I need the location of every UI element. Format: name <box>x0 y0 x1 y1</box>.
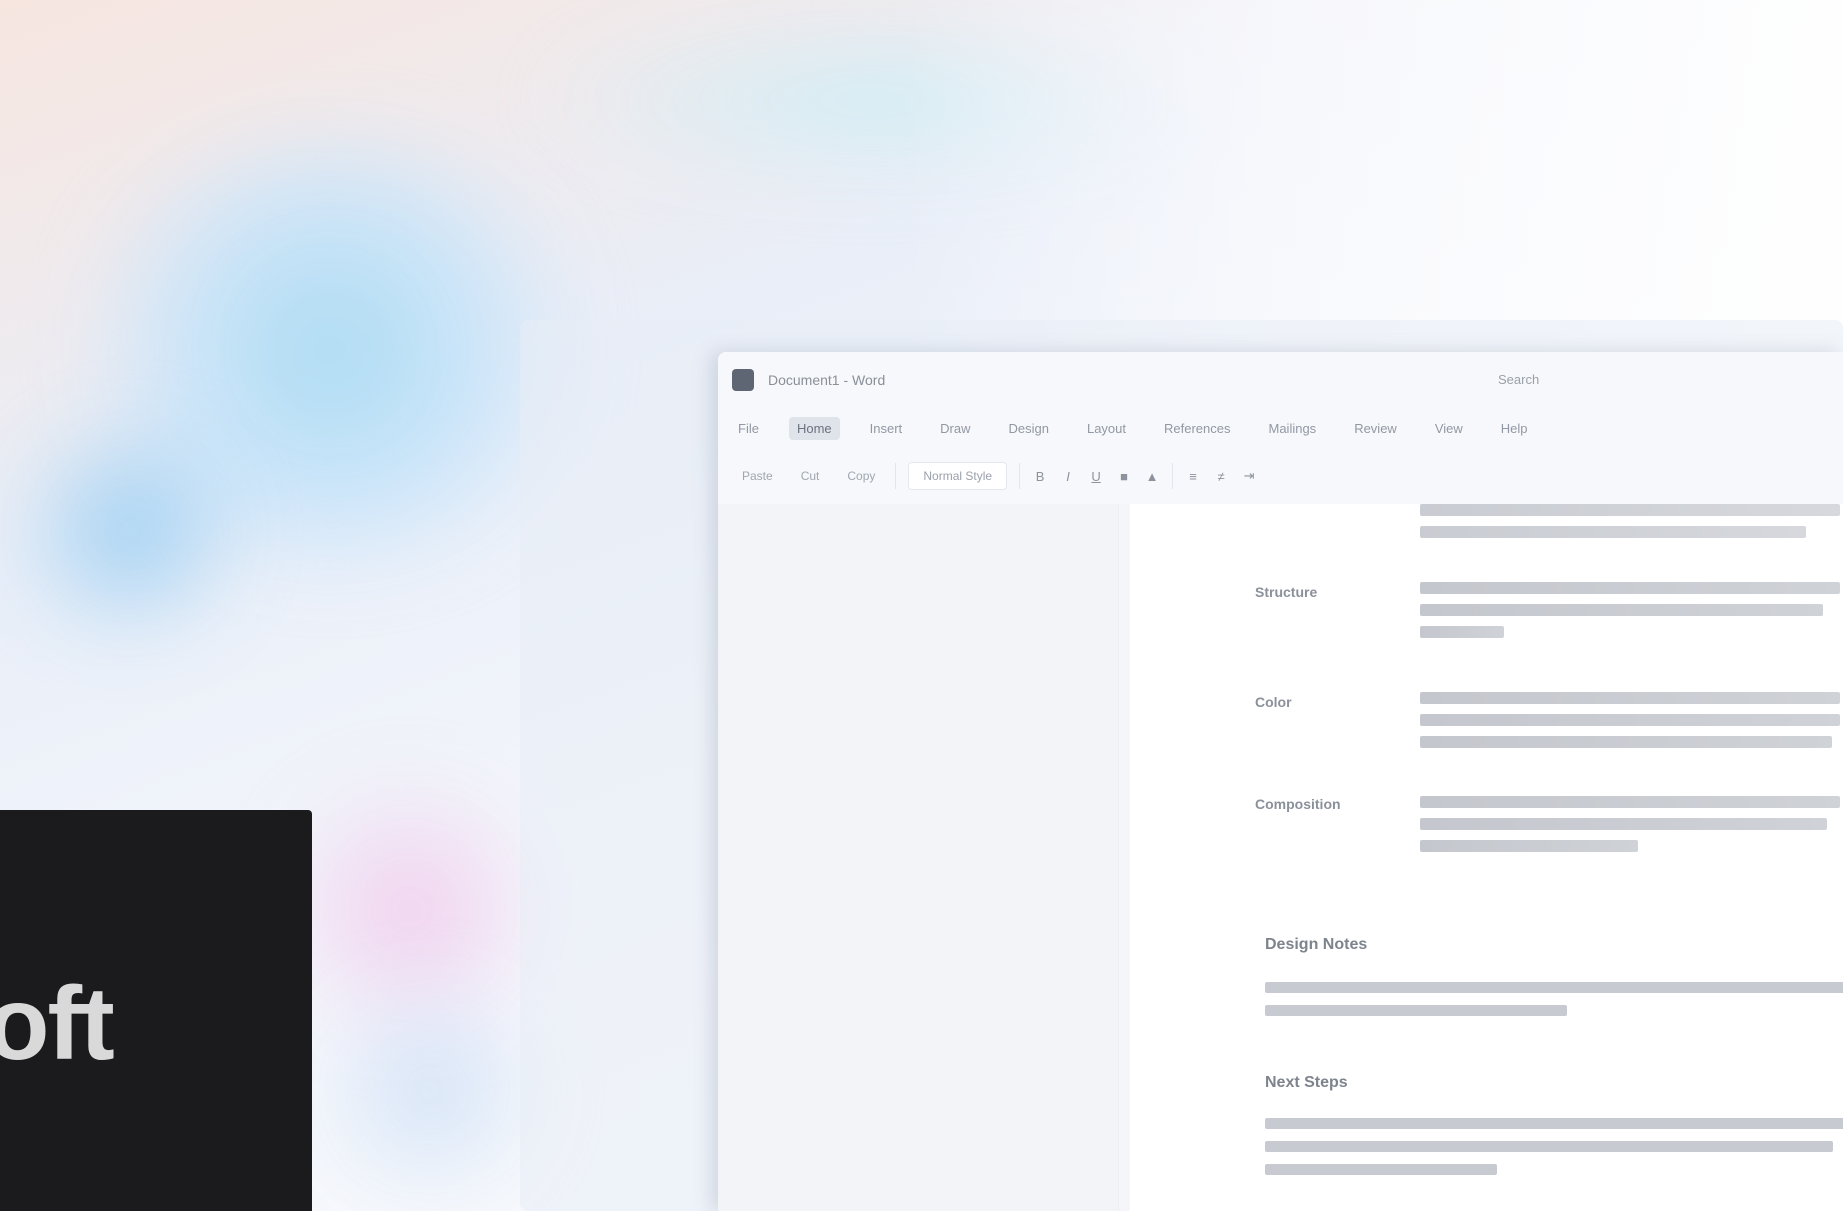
definition-color <box>1420 692 1840 758</box>
paragraph <box>1265 982 1843 1028</box>
text-line <box>1420 714 1840 726</box>
definition-structure <box>1420 582 1840 648</box>
ribbon-toolbar: Paste Cut Copy Normal Style B I U ■ ▲ ≡ … <box>718 448 1843 505</box>
text-line <box>1420 604 1824 616</box>
tab-mailings[interactable]: Mailings <box>1261 417 1325 440</box>
toolbar-divider <box>1172 463 1174 489</box>
text-line <box>1420 582 1840 594</box>
tab-references[interactable]: References <box>1156 417 1238 440</box>
italic-icon[interactable]: I <box>1060 468 1076 484</box>
align-icon[interactable]: ≠ <box>1213 468 1229 484</box>
ribbon-tabs: File Home Insert Draw Design Layout Refe… <box>718 408 1843 448</box>
term-color: Color <box>1255 694 1292 710</box>
background-blob <box>0 420 260 640</box>
tab-design[interactable]: Design <box>1001 417 1057 440</box>
text-line <box>1265 1164 1497 1175</box>
document-workspace: Structure Color Composition Design Notes <box>718 504 1843 1211</box>
paste-button[interactable]: Paste <box>734 463 781 489</box>
search-box[interactable]: Search <box>1498 372 1539 387</box>
cut-button[interactable]: Cut <box>793 463 828 489</box>
text-line <box>1420 526 1807 538</box>
underline-icon[interactable]: U <box>1088 468 1104 484</box>
paragraph <box>1265 1118 1843 1187</box>
text-line <box>1420 736 1832 748</box>
list-icon[interactable]: ≡ <box>1185 468 1201 484</box>
section-heading: Design Notes <box>1265 936 1368 953</box>
text-line <box>1265 982 1843 993</box>
word-window: Document1 - Word Search File Home Insert… <box>718 352 1843 1211</box>
tab-help[interactable]: Help <box>1493 417 1536 440</box>
tab-view[interactable]: View <box>1427 417 1471 440</box>
definition-composition <box>1420 796 1840 862</box>
tab-insert[interactable]: Insert <box>862 417 911 440</box>
toolbar-divider <box>895 463 897 489</box>
word-app-icon <box>732 369 754 391</box>
text-block <box>1420 504 1840 548</box>
copy-button[interactable]: Copy <box>839 463 883 489</box>
text-line <box>1265 1118 1843 1129</box>
style-dropdown[interactable]: Normal Style <box>908 462 1008 490</box>
text-line <box>1420 626 1504 638</box>
term-structure: Structure <box>1255 584 1318 600</box>
brand-logo-text: oft <box>0 966 115 1082</box>
document-title: Document1 - Word <box>768 372 886 388</box>
text-line <box>1420 796 1840 808</box>
toolbar-divider <box>1019 463 1021 489</box>
brand-logo-box: oft <box>0 810 312 1211</box>
term-composition: Composition <box>1255 796 1341 812</box>
tab-file[interactable]: File <box>730 417 767 440</box>
section-heading: Next Steps <box>1265 1074 1348 1091</box>
title-bar: Document1 - Word Search <box>718 352 1843 408</box>
tab-draw[interactable]: Draw <box>932 417 978 440</box>
text-line <box>1420 692 1840 704</box>
text-line <box>1265 1141 1834 1152</box>
text-line <box>1420 818 1828 830</box>
tab-layout[interactable]: Layout <box>1079 417 1134 440</box>
text-line <box>1420 504 1840 516</box>
bold-icon[interactable]: B <box>1032 468 1048 484</box>
text-line <box>1420 840 1639 852</box>
tab-home[interactable]: Home <box>788 416 840 440</box>
navigation-pane <box>718 504 1119 1211</box>
text-line <box>1265 1005 1567 1016</box>
indent-icon[interactable]: ⇥ <box>1241 468 1257 484</box>
font-color-icon[interactable]: ▲ <box>1144 468 1160 484</box>
document-page[interactable]: Structure Color Composition Design Notes <box>1130 504 1843 1211</box>
tab-review[interactable]: Review <box>1346 417 1405 440</box>
highlight-icon[interactable]: ■ <box>1116 468 1132 484</box>
